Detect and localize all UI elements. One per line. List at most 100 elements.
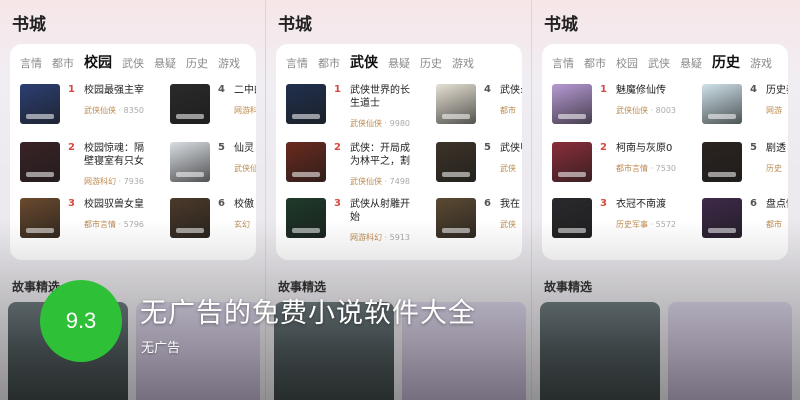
- rating-badge: 9.3: [40, 280, 122, 362]
- tab-category[interactable]: 悬疑: [388, 56, 410, 72]
- book-info: 校园最强主宰武侠仙侠 · 8350: [84, 84, 150, 116]
- book-title[interactable]: 衣冠不南渡: [616, 198, 682, 211]
- rank-number: 1: [334, 84, 341, 95]
- tab-category[interactable]: 都市: [318, 56, 340, 72]
- book-title[interactable]: 剧透: [766, 142, 788, 155]
- tab-category[interactable]: 游戏: [750, 56, 772, 72]
- category-tabs: 言情 都市 校园 武侠 悬疑 历史 游戏: [552, 54, 772, 72]
- book-title[interactable]: 柯南与灰原0: [616, 142, 682, 155]
- book-title[interactable]: 校园驭兽女皇: [84, 198, 150, 211]
- book-cover[interactable]: [170, 142, 210, 182]
- book-meta: 武侠仙侠 · 9980: [350, 118, 416, 129]
- ranked-book[interactable]: 4 历史秦始网游: [702, 84, 788, 124]
- book-title[interactable]: 武侠:: [500, 84, 522, 97]
- tab-category[interactable]: 言情: [552, 56, 574, 72]
- book-title[interactable]: 校园惊魂：隔壁寝室有只女鬼: [84, 142, 150, 168]
- book-category: 武侠: [500, 164, 516, 173]
- ranked-book[interactable]: 1 魅魔修仙传 武侠仙侠 · 8003: [552, 84, 682, 124]
- headline-text: 无广告的免费小说软件大全: [140, 298, 476, 329]
- tab-category[interactable]: 武侠: [122, 56, 144, 72]
- book-info: 武侠世界的长生道士武侠仙侠 · 9980: [350, 84, 416, 129]
- tab-active[interactable]: 历史: [712, 54, 740, 72]
- book-cover[interactable]: [286, 84, 326, 124]
- book-info: 校园惊魂：隔壁寝室有只女鬼网游科幻 · 7936: [84, 142, 150, 187]
- rank-number: 2: [334, 142, 341, 153]
- tab-category[interactable]: 历史: [186, 56, 208, 72]
- book-title[interactable]: 二中的机: [234, 84, 256, 97]
- ranked-book[interactable]: 2 校园惊魂：隔壁寝室有只女鬼网游科幻 · 7936: [20, 142, 150, 187]
- ranked-book[interactable]: 1 武侠世界的长生道士武侠仙侠 · 9980: [286, 84, 416, 129]
- book-cover[interactable]: [20, 84, 60, 124]
- book-cover[interactable]: [552, 142, 592, 182]
- book-meta: 都市言情 · 7530: [616, 163, 682, 174]
- book-views: 8350: [123, 106, 144, 115]
- book-cover[interactable]: [20, 142, 60, 182]
- rank-number: 4: [750, 84, 757, 95]
- category-tabs: 言情 都市 校园 武侠 悬疑 历史 游戏: [20, 54, 240, 72]
- book-cover[interactable]: [552, 84, 592, 124]
- tab-category[interactable]: 都市: [584, 56, 606, 72]
- book-info: 武侠: 都市: [500, 84, 522, 116]
- book-meta: 网游科幻 · 7936: [84, 176, 150, 187]
- book-cover[interactable]: [286, 142, 326, 182]
- ranked-book[interactable]: 1 校园最强主宰 武侠仙侠 · 8350: [20, 84, 150, 124]
- tab-category[interactable]: 历史: [420, 56, 442, 72]
- ranked-book[interactable]: 5 剧透 历史: [702, 142, 788, 182]
- rank-number: 4: [484, 84, 491, 95]
- rank-number: 6: [218, 198, 225, 209]
- meta-separator: ·: [648, 164, 656, 173]
- category-tabs: 言情 都市 武侠 悬疑 历史 游戏: [286, 54, 474, 72]
- book-cover[interactable]: [436, 84, 476, 124]
- ranked-book[interactable]: 2 柯南与灰原0 都市言情 · 7530: [552, 142, 682, 182]
- meta-separator: ·: [116, 177, 124, 186]
- book-title[interactable]: 盘点性，: [766, 198, 788, 211]
- book-views: 8003: [655, 106, 676, 115]
- book-title[interactable]: 魅魔修仙传: [616, 84, 682, 97]
- book-meta: 武侠仙侠 · 8003: [616, 105, 682, 116]
- book-title[interactable]: 我在: [500, 198, 522, 211]
- tab-category[interactable]: 悬疑: [680, 56, 702, 72]
- rank-number: 5: [218, 142, 225, 153]
- book-cover[interactable]: [702, 142, 742, 182]
- ranked-book[interactable]: 5 武侠甲子武侠: [436, 142, 522, 182]
- book-meta: 网游科: [234, 105, 256, 116]
- meta-separator: ·: [116, 106, 124, 115]
- book-category: 都市: [500, 106, 516, 115]
- book-category: 武侠仙侠: [350, 177, 382, 186]
- book-title[interactable]: 武侠：开局成为林平之，割以永治?: [350, 142, 416, 168]
- book-meta: 都市: [500, 105, 522, 116]
- book-title[interactable]: 历史秦始: [766, 84, 788, 97]
- store-title: 书城: [544, 15, 578, 35]
- book-cover[interactable]: [436, 142, 476, 182]
- store-title: 书城: [12, 15, 46, 35]
- tab-category[interactable]: 游戏: [452, 56, 474, 72]
- book-title[interactable]: 校傲: [234, 198, 256, 211]
- book-title[interactable]: 武侠世界的长生道士: [350, 84, 416, 110]
- tab-active[interactable]: 校园: [84, 54, 112, 72]
- ranked-book[interactable]: 4 二中的机网游科: [170, 84, 256, 124]
- ranked-book[interactable]: 5 仙灵 武侠仙: [170, 142, 256, 182]
- book-cover[interactable]: [170, 84, 210, 124]
- tab-category[interactable]: 都市: [52, 56, 74, 72]
- ranked-book[interactable]: 4 武侠: 都市: [436, 84, 522, 124]
- tab-category[interactable]: 言情: [20, 56, 42, 72]
- tab-category[interactable]: 游戏: [218, 56, 240, 72]
- tab-category[interactable]: 悬疑: [154, 56, 176, 72]
- book-title[interactable]: 仙灵: [234, 142, 256, 155]
- tab-category[interactable]: 武侠: [648, 56, 670, 72]
- meta-separator: ·: [382, 119, 390, 128]
- tab-active[interactable]: 武侠: [350, 54, 378, 72]
- rank-number: 2: [68, 142, 75, 153]
- book-views: 7498: [389, 177, 410, 186]
- book-title[interactable]: 校园最强主宰: [84, 84, 150, 97]
- book-category: 武侠仙侠: [84, 106, 116, 115]
- book-meta: 武侠仙侠 · 7498: [350, 176, 416, 187]
- tab-category[interactable]: 言情: [286, 56, 308, 72]
- ranked-book[interactable]: 2 武侠：开局成为林平之，割以永治? 武侠仙侠 · 7498: [286, 142, 416, 187]
- book-cover[interactable]: [702, 84, 742, 124]
- book-info: 剧透 历史: [766, 142, 788, 174]
- book-meta: 历史: [766, 163, 788, 174]
- book-title[interactable]: 武侠甲子: [500, 142, 522, 155]
- book-meta: 网游: [766, 105, 788, 116]
- tab-category[interactable]: 校园: [616, 56, 638, 72]
